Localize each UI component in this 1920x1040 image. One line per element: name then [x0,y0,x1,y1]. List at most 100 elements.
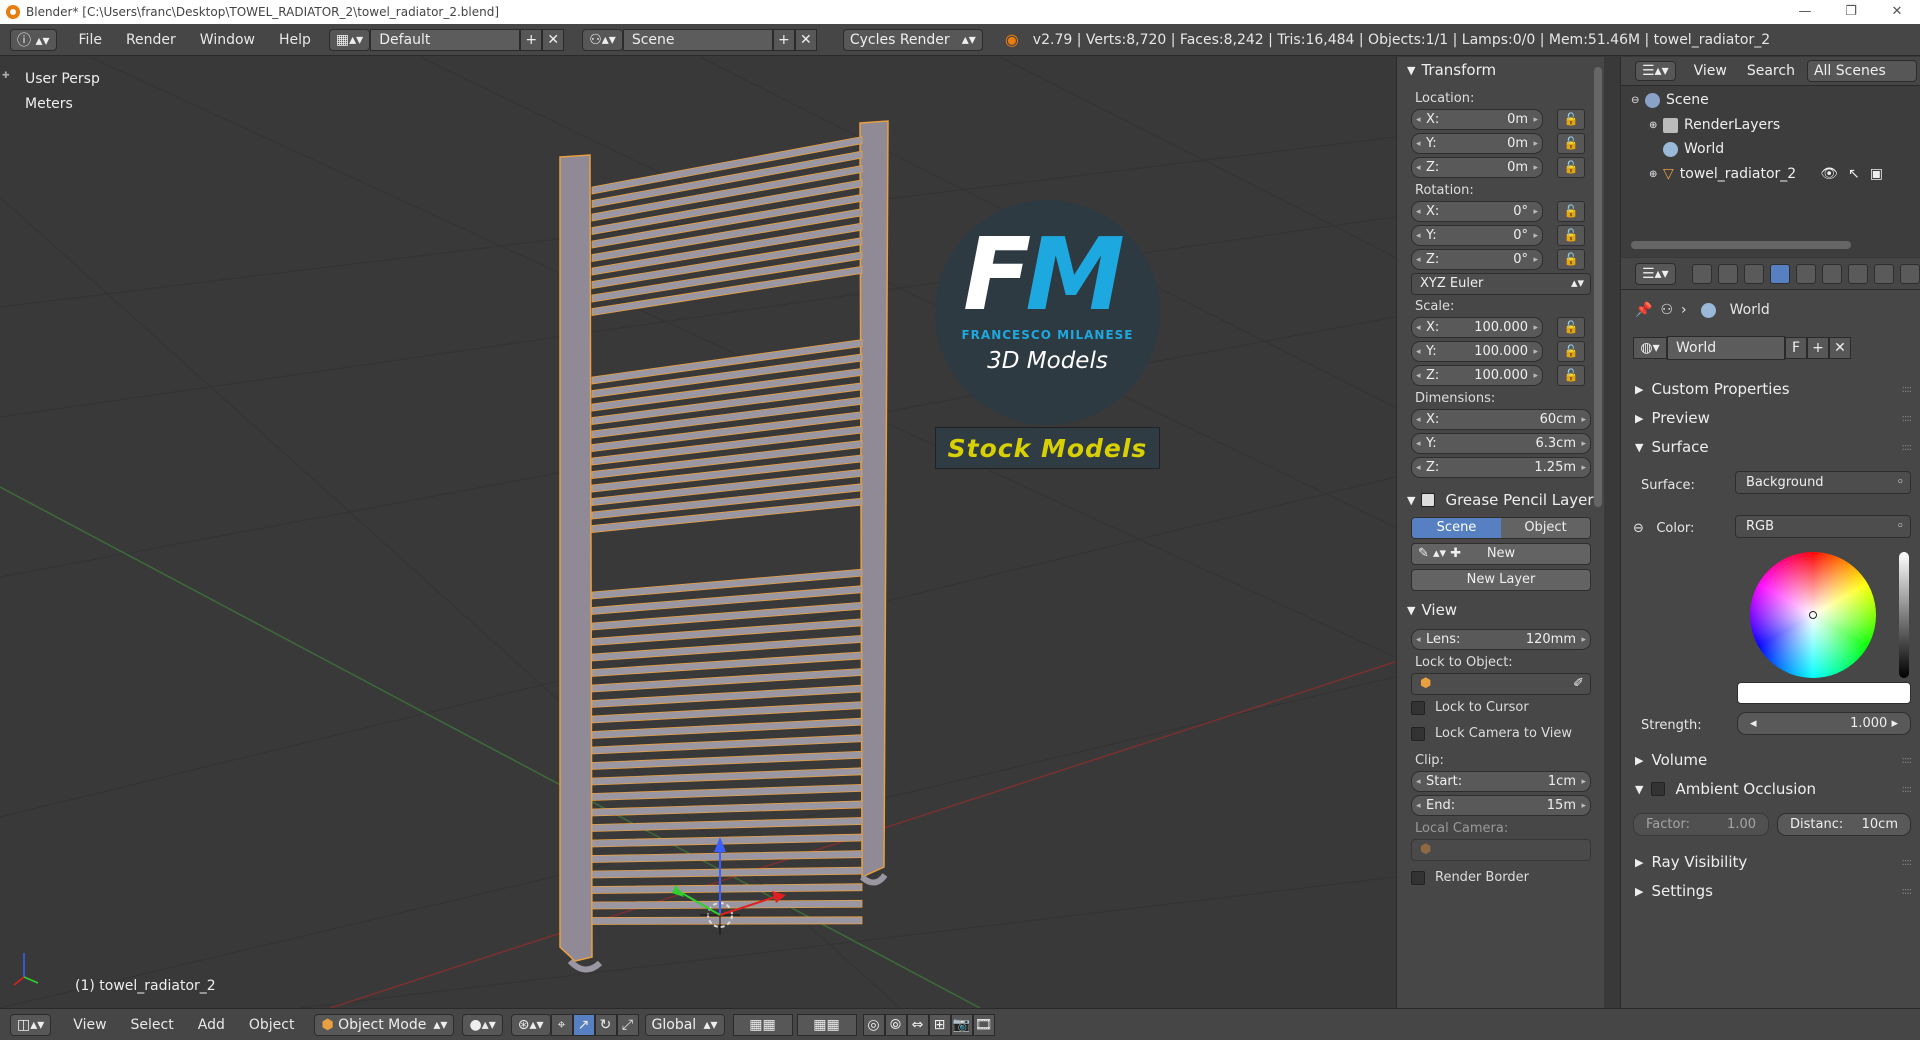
fake-user-button[interactable]: F [1785,337,1807,359]
mode-dropdown[interactable]: ⬢ Object Mode ▴▾ [314,1013,455,1036]
menu-object[interactable]: Object [237,1017,307,1033]
add-scene-icon[interactable]: + [772,28,795,51]
remove-layout-icon[interactable]: ✕ [542,28,565,51]
select-arrow-icon[interactable]: ↖ [1848,166,1860,182]
transform-panel-header[interactable]: ▼ Transform [1397,57,1604,83]
data-tab-icon[interactable] [1873,263,1894,284]
grease-pencil-panel-header[interactable]: ▼ Grease Pencil Layer [1397,487,1604,513]
scale-y-field[interactable]: Y:100.000 [1411,341,1543,362]
maximize-icon[interactable]: ❐ [1828,0,1874,24]
sidebar-scrollbar[interactable] [1594,67,1602,507]
rotation-y-lock-icon[interactable]: 🔓 [1557,225,1585,246]
clip-start-field[interactable]: Start:1cm [1411,771,1591,792]
world-browse-icon[interactable]: ◍▾ [1633,337,1667,359]
new-world-icon[interactable]: + [1807,337,1829,359]
color-wheel[interactable] [1750,552,1876,678]
lock-object-field[interactable]: ⬢ ✐ [1411,673,1591,695]
dimension-z-field[interactable]: Z:1.25m [1411,457,1591,478]
surface-shader-dropdown[interactable]: Background ◦ [1735,471,1911,494]
translate-manipulator-icon[interactable]: ↗ [572,1013,595,1036]
scene-tab-icon[interactable] [1743,263,1764,284]
render-border-checkbox[interactable]: Render Border [1411,870,1529,885]
location-x-field[interactable]: X:0m [1411,109,1543,130]
3d-viewport[interactable]: User Persp Meters ✚ FM FRANCESCO MILANES… [0,57,1395,1008]
world-tab-icon[interactable] [1769,263,1790,284]
settings-header[interactable]: ▶ Settings:::: [1635,879,1915,903]
visibility-eye-icon[interactable]: 👁 [1820,166,1838,182]
menu-select[interactable]: Select [119,1017,186,1033]
local-camera-field[interactable]: ⬢ [1411,839,1591,861]
opengl-animation-icon[interactable]: 🎞 [972,1013,995,1036]
grease-new-button[interactable]: ✎ ▴▾ ✚ New [1411,543,1591,565]
constraints-tab-icon[interactable] [1821,263,1842,284]
scene-icon[interactable]: ⚇▴▾ [582,28,623,51]
renderlayers-tab-icon[interactable] [1717,263,1738,284]
scale-y-lock-icon[interactable]: 🔓 [1557,341,1585,362]
ao-distance-field[interactable]: Distanc: 10cm [1777,813,1911,836]
outliner-item-scene[interactable]: ⊖ Scene [1631,89,1709,111]
manipulator-toggle-icon[interactable]: ⌖ [550,1013,573,1036]
color-picker-dot[interactable] [1809,611,1817,619]
scale-x-field[interactable]: X:100.000 [1411,317,1543,338]
world-name-field[interactable]: World [1667,336,1785,360]
orientation-dropdown[interactable]: Global ▴▾ [644,1013,725,1036]
preview-header[interactable]: ▶ Preview:::: [1635,406,1915,430]
scale-x-lock-icon[interactable]: 🔓 [1557,317,1585,338]
menu-help[interactable]: Help [267,32,323,48]
outliner-item-towel-radiator[interactable]: ⊕ ▽ towel_radiator_2 👁 ↖ ▣ [1649,163,1883,185]
dimension-y-field[interactable]: Y:6.3cm [1411,433,1591,454]
minimize-icon[interactable]: — [1782,0,1828,24]
add-layout-icon[interactable]: + [520,28,543,51]
menu-window[interactable]: Window [188,32,267,48]
lock-camera-checkbox[interactable]: Lock Camera to View [1411,726,1572,741]
shading-dropdown[interactable]: ● ▴▾ [462,1013,503,1036]
dimension-x-field[interactable]: X:60cm [1411,409,1591,430]
rotate-manipulator-icon[interactable]: ↻ [594,1013,617,1036]
render-engine-dropdown[interactable]: Cycles Render ▴▾ [842,28,983,51]
editor-type-3dview-icon[interactable]: ◫▴▾ [10,1013,52,1036]
rotation-z-lock-icon[interactable]: 🔓 [1557,249,1585,270]
ambient-occlusion-header[interactable]: ▼ Ambient Occlusion:::: [1635,777,1915,801]
properties-editor-icon[interactable]: ☰▴▾ [1635,262,1676,285]
screen-layout-icon[interactable]: ▦▴▾ [328,28,371,51]
material-tab-icon[interactable] [1899,263,1920,284]
layers-grid-2[interactable]: ▦▦ [796,1013,857,1036]
unlink-world-icon[interactable]: ✕ [1829,337,1851,359]
volume-header[interactable]: ▶ Volume:::: [1635,748,1915,772]
color-mode-dropdown[interactable]: RGB ◦ [1735,515,1911,538]
surface-header[interactable]: ▼ Surface:::: [1635,435,1915,459]
pin-icon[interactable]: 📌 [1635,302,1652,318]
editor-type-info-button[interactable]: ⓘ ▴▾ [10,28,57,51]
pivot-dropdown[interactable]: ⊛▴▾ [510,1013,551,1036]
grease-scene-tab[interactable]: Scene [1412,518,1501,538]
outliner-editor-icon[interactable]: ☰▴▾ [1635,61,1676,81]
location-z-lock-icon[interactable]: 🔓 [1557,157,1585,178]
snap-target-icon[interactable]: ⊞ [928,1013,951,1036]
rotation-mode-dropdown[interactable]: XYZ Euler ▴▾ [1411,273,1591,295]
scale-z-field[interactable]: Z:100.000 [1411,365,1543,386]
clip-end-field[interactable]: End:15m [1411,795,1591,816]
object-tab-icon[interactable] [1795,263,1816,284]
location-y-field[interactable]: Y:0m [1411,133,1543,154]
screen-layout-field[interactable]: Default [370,28,521,51]
outliner-menu-search[interactable]: Search [1747,63,1795,79]
color-value-slider[interactable] [1899,552,1909,678]
close-icon[interactable]: ✕ [1874,0,1920,24]
rotation-z-field[interactable]: Z:0° [1411,249,1543,270]
menu-view[interactable]: View [61,1017,118,1033]
ray-visibility-header[interactable]: ▶ Ray Visibility:::: [1635,850,1915,874]
remove-scene-icon[interactable]: ✕ [794,28,817,51]
grease-source-toggle[interactable]: Scene Object [1411,517,1591,539]
location-z-field[interactable]: Z:0m [1411,157,1543,178]
lock-to-cursor-checkbox[interactable]: Lock to Cursor [1411,700,1529,715]
new-layer-button[interactable]: New Layer [1411,569,1591,591]
menu-file[interactable]: File [67,32,114,48]
strength-field[interactable]: ◂ 1.000 ▸ [1737,712,1911,735]
rotation-x-field[interactable]: X:0° [1411,201,1543,222]
outliner-scrollbar[interactable] [1631,241,1851,249]
snap-toggle-icon[interactable]: ⦾ [884,1013,907,1036]
menu-render[interactable]: Render [114,32,188,48]
modifiers-tab-icon[interactable] [1847,263,1868,284]
render-tab-icon[interactable] [1691,263,1712,284]
scale-z-lock-icon[interactable]: 🔓 [1557,365,1585,386]
